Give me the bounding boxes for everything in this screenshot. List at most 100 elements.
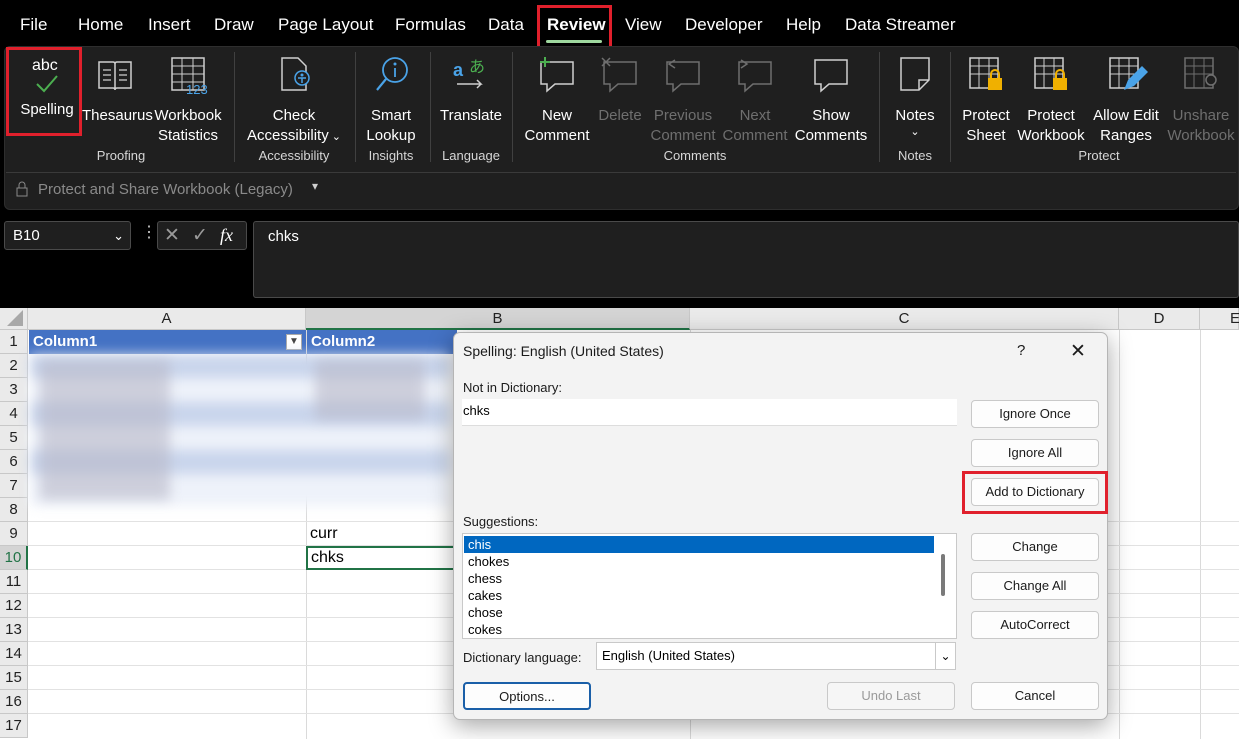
suggestion-item-selected[interactable]: chis	[464, 536, 934, 553]
tab-data[interactable]: Data	[488, 0, 524, 48]
protect-sheet-button[interactable]: Protect Sheet	[958, 54, 1014, 146]
allow-edit-ranges-button[interactable]: Allow Edit Ranges	[1090, 54, 1162, 146]
thesaurus-button[interactable]: Thesaurus	[82, 54, 153, 126]
cancel-entry-icon[interactable]: ✕	[164, 224, 180, 247]
chevron-down-icon: ⌄	[910, 126, 920, 138]
row-header-selected[interactable]: 10	[0, 546, 28, 570]
row-header[interactable]: 8	[0, 498, 28, 522]
row-header[interactable]: 2	[0, 354, 28, 378]
notes-label: Notes	[895, 107, 935, 124]
chevron-down-icon[interactable]: ⌄	[935, 643, 955, 669]
row-header[interactable]: 12	[0, 594, 28, 618]
row-header[interactable]: 5	[0, 426, 28, 450]
dictionary-language-select[interactable]: English (United States) ⌄	[596, 642, 956, 670]
previous-comment-button[interactable]: Previous Comment	[648, 54, 718, 146]
tab-home[interactable]: Home	[78, 0, 123, 48]
table-header-column2[interactable]: Column2	[307, 330, 457, 354]
ignore-once-button[interactable]: Ignore Once	[971, 400, 1099, 428]
chevron-down-icon[interactable]: ⌄	[113, 222, 124, 249]
column-header-e[interactable]: E	[1200, 308, 1239, 330]
tab-data-streamer[interactable]: Data Streamer	[845, 0, 956, 48]
group-separator	[355, 52, 356, 162]
undo-last-button[interactable]: Undo Last	[827, 682, 955, 710]
row-header[interactable]: 11	[0, 570, 28, 594]
column-header-a[interactable]: A	[28, 308, 306, 330]
table-header-column1[interactable]: Column1 ▼	[29, 330, 306, 354]
change-button[interactable]: Change	[971, 533, 1099, 561]
new-comment-button[interactable]: New Comment	[521, 54, 593, 146]
delete-comment-button[interactable]: Delete	[595, 54, 645, 126]
thesaurus-label: Thesaurus	[82, 107, 153, 124]
row-header[interactable]: 1	[0, 330, 28, 354]
tab-developer[interactable]: Developer	[685, 0, 763, 48]
svg-text:あ: あ	[469, 57, 485, 76]
change-all-button[interactable]: Change All	[971, 572, 1099, 600]
smart-lookup-button[interactable]: Smart Lookup	[362, 54, 420, 146]
unshare-workbook-icon	[1166, 54, 1236, 104]
tab-formulas[interactable]: Formulas	[395, 0, 466, 48]
protect-workbook-button[interactable]: Protect Workbook	[1016, 54, 1086, 146]
suggestion-item[interactable]: chess	[464, 570, 502, 587]
row-header[interactable]: 17	[0, 714, 28, 738]
row-header[interactable]: 14	[0, 642, 28, 666]
delete-comment-label: Delete	[598, 107, 642, 124]
spelling-button[interactable]: abc Spelling	[15, 54, 79, 120]
group-separator	[234, 52, 235, 162]
excel-window: { "menu": { "tabs": ["File","Home","Inse…	[0, 0, 1239, 739]
suggestions-list[interactable]: chis chokes chess cakes chose cokes	[462, 533, 957, 639]
column-header-c[interactable]: C	[690, 308, 1119, 330]
unshare-workbook-button[interactable]: Unshare Workbook	[1166, 54, 1236, 146]
close-icon[interactable]: ✕	[1070, 340, 1086, 363]
help-icon[interactable]: ?	[1017, 342, 1025, 359]
tab-insert[interactable]: Insert	[148, 0, 191, 48]
tab-view[interactable]: View	[625, 0, 662, 48]
suggestion-item[interactable]: chokes	[464, 553, 509, 570]
cancel-button[interactable]: Cancel	[971, 682, 1099, 710]
check-accessibility-button[interactable]: Check Accessibility ⌄	[244, 54, 344, 147]
row-header[interactable]: 16	[0, 690, 28, 714]
ignore-all-button[interactable]: Ignore All	[971, 439, 1099, 467]
tab-page-layout[interactable]: Page Layout	[278, 0, 373, 48]
grid-line	[1200, 330, 1201, 739]
tab-help[interactable]: Help	[786, 0, 821, 48]
row-header[interactable]: 13	[0, 618, 28, 642]
next-comment-button[interactable]: Next Comment	[720, 54, 790, 146]
select-all-corner[interactable]	[0, 308, 28, 330]
protect-share-legacy-button[interactable]: Protect and Share Workbook (Legacy)	[38, 181, 293, 198]
workbook-statistics-button[interactable]: 123 Workbook Statistics	[152, 54, 224, 146]
options-button[interactable]: Options...	[463, 682, 591, 710]
row-header[interactable]: 7	[0, 474, 28, 498]
dropdown-icon[interactable]: ▾	[312, 179, 318, 193]
group-separator	[950, 52, 951, 162]
add-to-dictionary-button[interactable]: Add to Dictionary	[971, 478, 1099, 506]
tab-file[interactable]: File	[20, 0, 47, 48]
not-in-dictionary-field[interactable]: chks	[462, 399, 957, 426]
suggestions-scrollbar[interactable]	[941, 554, 945, 596]
suggestions-label: Suggestions:	[463, 514, 539, 529]
cell-b10-active[interactable]: chks	[306, 546, 456, 570]
row-header[interactable]: 6	[0, 450, 28, 474]
column-header-d[interactable]: D	[1119, 308, 1200, 330]
accessibility-icon	[244, 54, 344, 104]
more-options-icon[interactable]: ⋮	[141, 222, 157, 242]
column-header-b[interactable]: B	[306, 308, 690, 330]
suggestion-item[interactable]: cokes	[464, 621, 502, 638]
insert-function-icon[interactable]: fx	[220, 225, 233, 246]
row-header[interactable]: 9	[0, 522, 28, 546]
row-header[interactable]: 3	[0, 378, 28, 402]
name-box[interactable]: B10 ⌄	[4, 221, 131, 250]
row-header[interactable]: 15	[0, 666, 28, 690]
autocorrect-button[interactable]: AutoCorrect	[971, 611, 1099, 639]
filter-dropdown-icon[interactable]: ▼	[286, 334, 302, 350]
row-header[interactable]: 4	[0, 402, 28, 426]
show-comments-button[interactable]: Show Comments	[793, 54, 869, 146]
confirm-entry-icon[interactable]: ✓	[192, 224, 208, 247]
cell-b9[interactable]: curr	[306, 522, 456, 546]
suggestion-item[interactable]: chose	[464, 604, 503, 621]
notes-button[interactable]: Notes ⌄	[889, 54, 941, 138]
tab-draw[interactable]: Draw	[214, 0, 254, 48]
formula-input[interactable]: chks	[253, 221, 1239, 298]
suggestion-item[interactable]: cakes	[464, 587, 502, 604]
next-comment-label-1: Next	[739, 107, 771, 124]
translate-button[interactable]: aあ Translate	[437, 54, 505, 126]
